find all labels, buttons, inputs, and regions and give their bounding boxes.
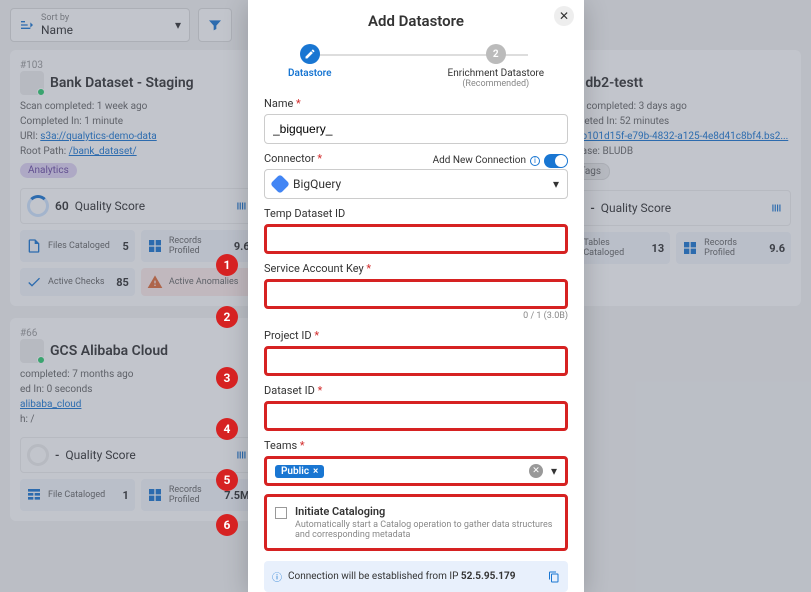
callout-3: 3	[216, 367, 238, 389]
chevron-down-icon: ▾	[551, 464, 557, 478]
team-chip-public[interactable]: Public×	[275, 465, 324, 478]
close-button[interactable]: ✕	[554, 6, 574, 26]
ip-info-box: ⓘ Connection will be established from IP…	[264, 561, 568, 592]
dataset-id-input[interactable]	[264, 401, 568, 431]
name-label: Name	[264, 97, 568, 110]
bigquery-icon	[270, 174, 290, 194]
ip-value: 52.5.95.179	[461, 571, 516, 582]
service-account-key-input[interactable]	[264, 279, 568, 309]
project-id-label: Project ID	[264, 329, 568, 342]
initiate-cataloging-desc: Automatically start a Catalog operation …	[295, 520, 557, 540]
temp-dataset-input[interactable]	[264, 224, 568, 254]
stepper: Datastore 2 Enrichment Datastore (Recomm…	[288, 44, 544, 89]
connector-select[interactable]: BigQuery ▾	[264, 169, 568, 199]
chevron-down-icon: ▾	[553, 177, 559, 191]
modal-title: Add Datastore	[264, 12, 568, 30]
service-account-key-label: Service Account Key	[264, 262, 568, 275]
info-icon[interactable]: i	[530, 156, 540, 166]
sak-hint: 0 / 1 (3.0B)	[264, 311, 568, 321]
callout-6: 6	[216, 514, 238, 536]
initiate-cataloging-checkbox[interactable]	[275, 507, 287, 519]
name-input[interactable]	[264, 114, 568, 144]
clear-all-icon[interactable]: ✕	[529, 464, 543, 478]
step-enrichment[interactable]: 2 Enrichment Datastore (Recommended)	[448, 44, 544, 89]
step-datastore[interactable]: Datastore	[288, 44, 332, 79]
callout-4: 4	[216, 418, 238, 440]
teams-label: Teams	[264, 439, 568, 452]
copy-icon[interactable]	[548, 571, 560, 583]
pencil-icon	[304, 48, 316, 60]
initiate-cataloging-row[interactable]: Initiate Cataloging Automatically start …	[264, 494, 568, 551]
callout-2: 2	[216, 306, 238, 328]
callout-1: 1	[216, 254, 238, 276]
callout-5: 5	[216, 469, 238, 491]
close-icon: ✕	[559, 9, 569, 23]
teams-combo[interactable]: Public× ✕ ▾	[264, 456, 568, 486]
dataset-id-label: Dataset ID	[264, 384, 568, 397]
add-new-connection-label: Add New Connection	[433, 155, 526, 166]
connector-label: Connector	[264, 152, 322, 165]
add-new-connection-toggle[interactable]	[544, 154, 568, 168]
project-id-input[interactable]	[264, 346, 568, 376]
initiate-cataloging-title: Initiate Cataloging	[295, 505, 557, 518]
add-datastore-modal: ✕ Add Datastore Datastore 2 Enrichment D…	[248, 0, 584, 592]
info-icon: ⓘ	[272, 569, 282, 584]
temp-dataset-label: Temp Dataset ID	[264, 207, 568, 220]
chip-remove-icon[interactable]: ×	[313, 466, 318, 477]
